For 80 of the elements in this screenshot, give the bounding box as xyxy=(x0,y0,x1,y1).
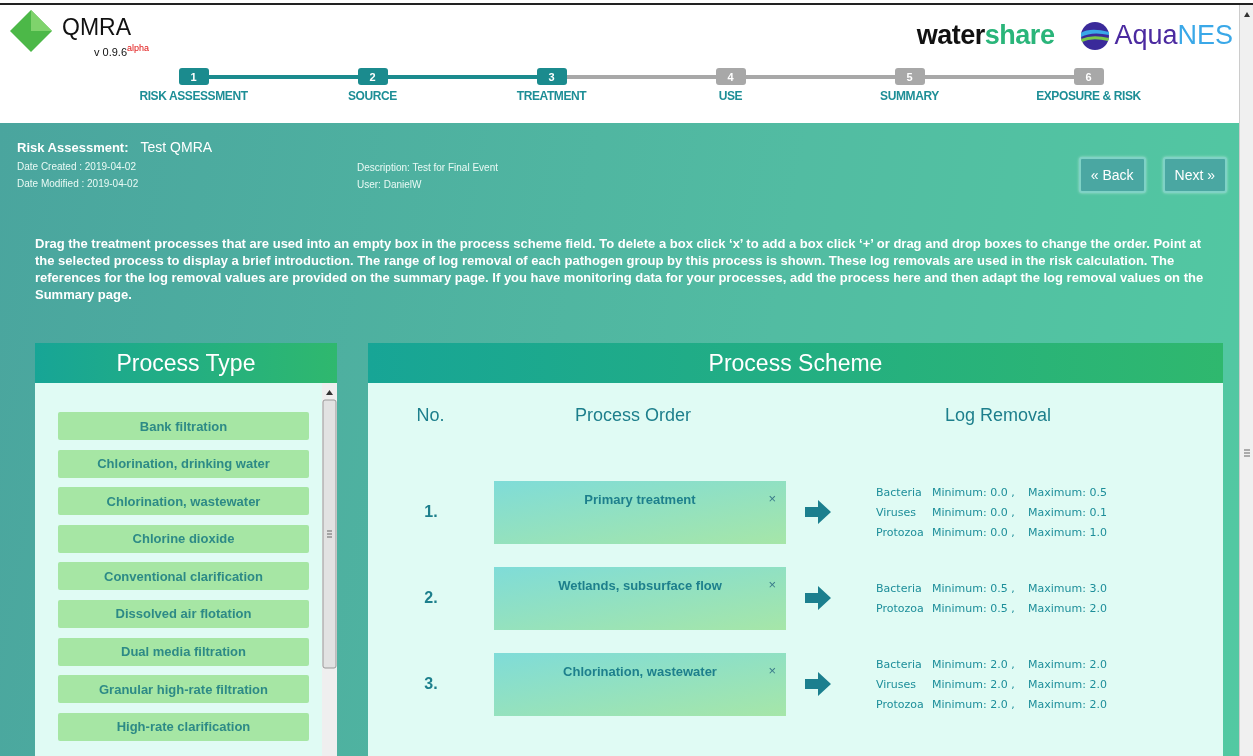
nav-button[interactable]: « Back xyxy=(1078,157,1146,193)
pathogen-name: Viruses xyxy=(876,677,918,691)
step-number[interactable]: 3 xyxy=(536,68,567,85)
description: Description: Test for Final Event xyxy=(357,162,499,173)
minimum-value: Minimum: 2.0 , xyxy=(932,697,1016,711)
column-header: Process Order xyxy=(573,405,692,427)
step-number[interactable]: 4 xyxy=(715,68,746,85)
step-number[interactable]: 6 xyxy=(1073,68,1104,85)
minimum-value: Minimum: 0.0 , xyxy=(932,525,1016,539)
step-label[interactable]: TREATMENT xyxy=(516,89,587,103)
maximum-value: Maximum: 2.0 xyxy=(1028,657,1107,671)
process-box[interactable]: Primary treatment × xyxy=(494,480,786,544)
step-number[interactable]: 2 xyxy=(357,68,388,85)
minimum-value: Minimum: 2.0 , xyxy=(932,677,1016,691)
remove-button[interactable]: × xyxy=(768,662,776,678)
diamond-logo-icon xyxy=(8,8,54,54)
date-created: Date Created : 2019-04-02 xyxy=(17,161,137,172)
arrow-icon xyxy=(805,500,831,524)
arrow-icon xyxy=(805,672,831,696)
process-item[interactable]: Chlorine dioxide xyxy=(58,524,309,553)
step-number[interactable]: 1 xyxy=(178,68,209,85)
pathogen-name: Protozoa xyxy=(876,525,925,539)
process-name: Chlorination, wastewater xyxy=(563,663,717,679)
app-version: v 0.9.6$^{alpha}$ xyxy=(94,43,150,58)
maximum-value: Maximum: 3.0 xyxy=(1028,581,1107,595)
minimum-value: Minimum: 2.0 , xyxy=(932,657,1016,671)
row-number: 2. xyxy=(423,589,439,607)
pathogen-name: Bacteria xyxy=(876,485,923,499)
date-modified: Date Modified : 2019-04-02 xyxy=(17,178,140,189)
maximum-value: Maximum: 2.0 xyxy=(1028,601,1107,615)
assessment-name: Test QMRA xyxy=(140,139,213,155)
process-item[interactable]: Conventional clarification xyxy=(58,562,309,591)
panel-title: Process Type xyxy=(35,343,337,383)
pathogen-name: Protozoa xyxy=(876,601,925,615)
process-item[interactable]: Chlorination, wastewater xyxy=(58,487,309,516)
column-header: No. xyxy=(415,405,446,427)
process-item[interactable]: Dissolved air flotation xyxy=(58,599,309,628)
minimum-value: Minimum: 0.5 , xyxy=(932,601,1016,615)
process-item[interactable]: High-rate clarification xyxy=(58,712,309,741)
instructions: Drag the treatment processes that are used into an empty box in the process scheme field. To delete a box click ‘x’ to add a box click ‘+’ or drag and drop boxes to change the order. Point at the selected process to display a brief introduction. The range of log removal of each pathogen group by this process is shown. These log removals are used in the risk calculation. The references for the log removal values are provided on the summary page. If you have monitoring data for your processes, add the process here and then adapt the log removal values on the Summary page. xyxy=(35,235,1205,303)
step-label[interactable]: SUMMARY xyxy=(880,89,939,103)
pathogen-name: Viruses xyxy=(876,505,918,519)
column-header: Log Removal xyxy=(943,405,1053,427)
minimum-value: Minimum: 0.5 , xyxy=(932,581,1016,595)
step-label[interactable]: SOURCE xyxy=(348,89,397,103)
arrow-icon xyxy=(805,586,831,610)
remove-button[interactable]: × xyxy=(768,576,776,592)
pathogen-name: Protozoa xyxy=(876,697,925,711)
maximum-value: Maximum: 0.1 xyxy=(1028,505,1107,519)
step-label[interactable]: USE xyxy=(718,89,743,103)
process-box[interactable]: Chlorination, wastewater × xyxy=(494,652,786,716)
minimum-value: Minimum: 0.0 , xyxy=(932,505,1016,519)
process-item[interactable]: Granular high-rate filtration xyxy=(58,675,309,704)
watershare-logo: watershare xyxy=(916,20,1055,51)
aquanes-logo: AquaNES xyxy=(1114,20,1233,51)
row-number: 3. xyxy=(423,675,439,693)
process-name: Primary treatment xyxy=(584,491,696,507)
maximum-value: Maximum: 2.0 xyxy=(1028,697,1107,711)
assessment-label: Risk Assessment: xyxy=(17,140,129,155)
pathogen-name: Bacteria xyxy=(876,657,923,671)
remove-button[interactable]: × xyxy=(768,490,776,506)
user: User: DanielW xyxy=(357,179,423,190)
process-item[interactable]: Bank filtration xyxy=(58,412,309,440)
step-label[interactable]: EXPOSURE & RISK xyxy=(1036,89,1141,103)
maximum-value: Maximum: 2.0 xyxy=(1028,677,1107,691)
wave-globe-icon xyxy=(1080,20,1111,51)
process-item[interactable]: Dual media filtration xyxy=(58,637,309,666)
maximum-value: Maximum: 0.5 xyxy=(1028,485,1107,499)
step-number[interactable]: 5 xyxy=(894,68,925,85)
process-box[interactable]: Wetlands, subsurface flow × xyxy=(494,566,786,630)
process-name: Wetlands, subsurface flow xyxy=(558,577,722,593)
panel-title: Process Scheme xyxy=(368,343,1223,383)
pathogen-name: Bacteria xyxy=(876,581,923,595)
app-name: QMRA xyxy=(62,14,132,41)
maximum-value: Maximum: 1.0 xyxy=(1028,525,1107,539)
minimum-value: Minimum: 0.0 , xyxy=(932,485,1016,499)
row-number: 1. xyxy=(423,503,439,521)
step-label[interactable]: RISK ASSESSMENT xyxy=(139,89,248,103)
process-item[interactable]: Chlorination, drinking water xyxy=(58,449,309,478)
nav-button[interactable]: Next » xyxy=(1162,157,1227,193)
